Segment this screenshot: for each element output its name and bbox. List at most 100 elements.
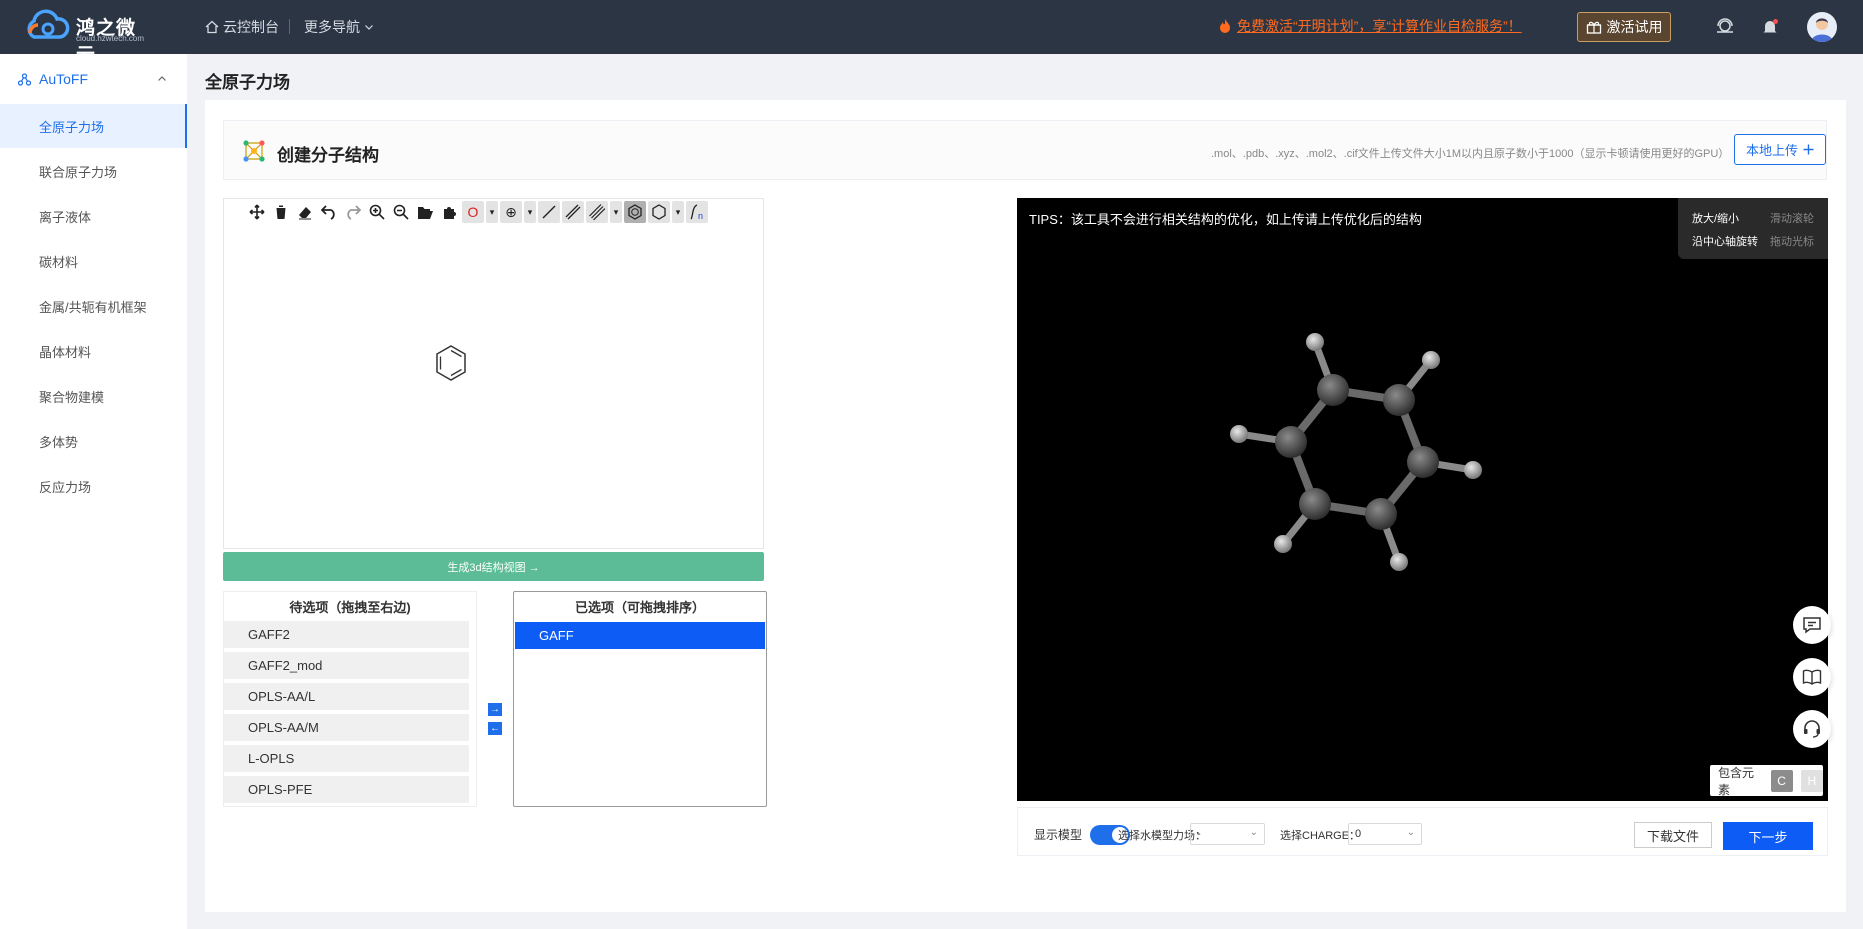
- benzene-structure[interactable]: [434, 344, 468, 382]
- fire-icon: [1220, 19, 1230, 33]
- next-step-button[interactable]: 下一步: [1723, 822, 1813, 850]
- open-file-icon[interactable]: [414, 201, 436, 223]
- water-model-select[interactable]: - ⌄: [1190, 823, 1265, 845]
- sgroup-icon[interactable]: n: [686, 201, 708, 223]
- sidebar-item-all-atom[interactable]: 全原子力场: [0, 104, 187, 148]
- sidebar-item-ionic-liquid[interactable]: 离子液体: [0, 194, 187, 238]
- list-item[interactable]: OPLS-AA/L: [224, 683, 469, 710]
- upload-label: 本地上传: [1745, 143, 1798, 158]
- charge-select[interactable]: 0 ⌄: [1348, 823, 1422, 845]
- undo-icon[interactable]: [318, 201, 340, 223]
- bell-icon: [1763, 19, 1778, 34]
- sidebar-group-autoff[interactable]: AuToFF: [0, 54, 187, 104]
- atom-symbol: O: [467, 204, 479, 220]
- benzene-ring-icon[interactable]: [624, 201, 646, 223]
- nav-divider: [289, 19, 290, 34]
- single-bond-icon[interactable]: [538, 201, 560, 223]
- move-right-button[interactable]: →: [488, 703, 502, 716]
- card-title: 创建分子结构: [277, 146, 379, 165]
- chevron-up-icon: [158, 76, 166, 81]
- support-button[interactable]: [1793, 710, 1831, 748]
- sidebar-item-label: 聚合物建模: [39, 389, 105, 405]
- zoom-out-icon[interactable]: [390, 201, 412, 223]
- list-item[interactable]: GAFF2_mod: [224, 652, 469, 679]
- move-left-button[interactable]: ←: [488, 722, 502, 735]
- sketcher-toolbar: O ▾ ⊕ ▾ ▾ ▾ n: [246, 201, 708, 223]
- ring-dropdown-caret[interactable]: ▾: [672, 201, 684, 223]
- sidebar-item-united-atom[interactable]: 联合原子力场: [0, 149, 187, 193]
- more-nav-dropdown[interactable]: 更多导航: [304, 17, 374, 37]
- charge-value: 0: [1355, 828, 1362, 840]
- water-model-value: -: [1197, 828, 1201, 840]
- home-icon: [205, 20, 219, 34]
- console-label: 云控制台: [223, 19, 279, 35]
- available-list-title: 待选项（拖拽至右边): [289, 599, 411, 615]
- local-upload-button[interactable]: 本地上传: [1734, 134, 1826, 165]
- brand-logo[interactable]: 鸿之微云 cloud.hzwtech.com: [24, 9, 154, 66]
- customer-service-button[interactable]: [1712, 14, 1738, 40]
- brand-domain: cloud.hzwtech.com: [76, 34, 145, 43]
- list-item[interactable]: GAFF2: [224, 621, 469, 648]
- molecule-sketcher[interactable]: O ▾ ⊕ ▾ ▾ ▾ n: [223, 198, 764, 549]
- element-badge[interactable]: H: [1800, 769, 1823, 792]
- chat-icon: [1803, 617, 1821, 634]
- available-forcefields-list: 待选项（拖拽至右边) GAFF2 GAFF2_mod OPLS-AA/L OPL…: [223, 591, 477, 807]
- page-title: 全原子力场: [205, 73, 290, 92]
- charge-icon[interactable]: ⊕: [500, 201, 522, 223]
- list-item[interactable]: L-OPLS: [224, 745, 469, 772]
- triple-bond-icon[interactable]: [586, 201, 608, 223]
- eraser-icon[interactable]: [294, 201, 316, 223]
- charge-dropdown-caret[interactable]: ▾: [524, 201, 536, 223]
- atom-o-icon[interactable]: O: [462, 201, 484, 223]
- sidebar-item-label: 碳材料: [39, 254, 79, 270]
- element-badge[interactable]: C: [1770, 769, 1793, 792]
- activate-trial-button[interactable]: 激活试用: [1577, 12, 1671, 42]
- legend-key: 沿中心轴旋转: [1692, 236, 1758, 248]
- headset-icon: [1804, 720, 1820, 738]
- sidebar-item-polymer[interactable]: 聚合物建模: [0, 374, 187, 418]
- sidebar-item-many-body[interactable]: 多体势: [0, 419, 187, 463]
- redo-icon[interactable]: [342, 201, 364, 223]
- trash-icon[interactable]: [270, 201, 292, 223]
- elements-label: 包含元素: [1718, 765, 1755, 797]
- user-avatar[interactable]: [1807, 12, 1837, 42]
- top-bar: 鸿之微云 cloud.hzwtech.com 云控制台 更多导航 免费激活“开明…: [0, 0, 1863, 66]
- sidebar-item-label: 离子液体: [39, 209, 92, 225]
- cyclohexane-icon[interactable]: [648, 201, 670, 223]
- sidebar-item-reactive[interactable]: 反应力场: [0, 464, 187, 508]
- network-icon: [18, 72, 31, 86]
- bond-dropdown-caret[interactable]: ▾: [610, 201, 622, 223]
- sidebar-item-mof-cof[interactable]: 金属/共轭有机框架: [0, 284, 187, 328]
- trial-label: 激活试用: [1606, 19, 1663, 35]
- promo-link[interactable]: 免费激活“开明计划”，享“计算作业自检服务”！: [1218, 16, 1522, 36]
- sidebar-item-crystal[interactable]: 晶体材料: [0, 329, 187, 373]
- double-bond-icon[interactable]: [562, 201, 584, 223]
- feedback-button[interactable]: [1793, 606, 1831, 644]
- console-link[interactable]: 云控制台: [205, 17, 279, 37]
- template-icon[interactable]: [438, 201, 460, 223]
- sidebar-item-label: 金属/共轭有机框架: [39, 299, 147, 315]
- legend-key: 放大/缩小: [1692, 213, 1740, 225]
- sidebar-item-label: 反应力场: [39, 479, 92, 495]
- atom-dropdown-caret[interactable]: ▾: [486, 201, 498, 223]
- zoom-in-icon[interactable]: [366, 201, 388, 223]
- 3d-viewer[interactable]: TIPS：该工具不会进行相关结构的优化，如上传请上传优化后的结构 放大/缩小 滑…: [1017, 198, 1828, 801]
- viewer-controls-legend: 放大/缩小 滑动滚轮 沿中心轴旋转 拖动光标: [1678, 198, 1828, 259]
- sidebar-item-label: 联合原子力场: [39, 164, 118, 180]
- upload-hint: .mol、.pdb、.xyz、.mol2、.cif文件上传文件大小1M以内且原子…: [1211, 148, 1730, 160]
- docs-button[interactable]: [1793, 658, 1831, 696]
- download-file-button[interactable]: 下载文件: [1634, 822, 1712, 848]
- list-item[interactable]: OPLS-AA/M: [224, 714, 469, 741]
- gift-icon: [1586, 21, 1601, 34]
- generate-label: 生成3d结构视图 →: [447, 561, 540, 574]
- notifications-button[interactable]: [1757, 14, 1783, 40]
- sidebar-item-label: 多体势: [39, 434, 79, 450]
- agent-icon: [1717, 18, 1733, 33]
- sidebar-item-carbon[interactable]: 碳材料: [0, 239, 187, 283]
- selected-list-title: 已选项（可拖拽排序）: [574, 599, 705, 615]
- sidebar-group-label: AuToFF: [39, 71, 89, 87]
- list-item[interactable]: OPLS-PFE: [224, 776, 469, 803]
- list-item[interactable]: GAFF: [515, 622, 765, 649]
- move-icon[interactable]: [246, 201, 268, 223]
- generate-3d-button[interactable]: 生成3d结构视图 →: [223, 552, 764, 581]
